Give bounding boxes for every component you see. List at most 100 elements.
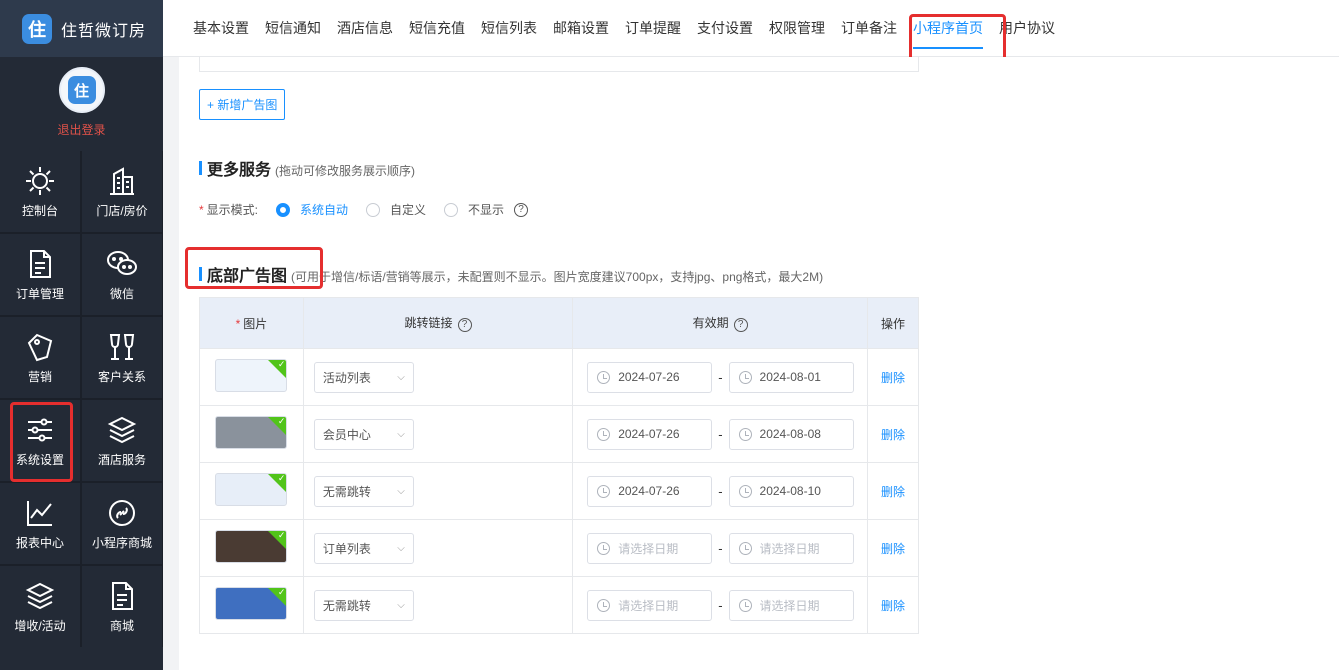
ad-thumbnail[interactable] [215, 587, 288, 620]
avatar-logo-icon: 住 [67, 76, 96, 104]
sidebar-item-hotel-service[interactable]: 酒店服务 [82, 400, 162, 481]
tab-sms-recharge[interactable]: 短信充值 [409, 0, 465, 57]
user-box: 住 退出登录 [0, 57, 163, 151]
sidebar-item-label: 商城 [109, 618, 134, 633]
sidebar-item-label: 小程序商城 [91, 535, 152, 550]
check-icon [268, 531, 287, 549]
sidebar-item-label: 控制台 [21, 203, 58, 218]
ad-thumbnail[interactable] [215, 473, 288, 506]
radio-dot [366, 202, 381, 217]
table-row: 无需跳转⌵ 2024-07-26-2024-08-10 删除 [199, 462, 919, 520]
start-date-input[interactable]: 2024-07-26 [587, 361, 713, 393]
link-select[interactable]: 活动列表 ⌵ [313, 361, 414, 393]
layers-icon [107, 416, 137, 443]
sidebar-item-revenue[interactable]: 增收/活动 [0, 566, 80, 647]
tab-sms-notice[interactable]: 短信通知 [265, 0, 321, 57]
sidebar-item-mini-mall[interactable]: 小程序商城 [82, 483, 162, 564]
table-row: 订单列表⌵ 请选择日期-请选择日期删除 [199, 519, 919, 577]
display-mode-label: 显示模式: [206, 203, 259, 217]
tab-sms-list[interactable]: 短信列表 [481, 0, 537, 57]
sidebar-item-orders[interactable]: 订单管理 [0, 234, 80, 315]
ad-image-cell [199, 576, 304, 634]
chevron-down-icon: ⌵ [397, 542, 405, 554]
start-date-input[interactable]: 请选择日期 [587, 532, 713, 564]
delete-link[interactable]: 删除 [881, 485, 905, 499]
validity-cell: 请选择日期 - 请选择日期 [572, 519, 869, 577]
help-icon[interactable]: ? [733, 317, 748, 332]
link-select[interactable]: 订单列表 ⌵ [313, 532, 414, 564]
tab-permissions[interactable]: 权限管理 [769, 0, 825, 57]
ad-thumbnail[interactable] [215, 530, 288, 563]
sidebar-item-mall[interactable]: 商城 [82, 566, 162, 647]
radio-dot [276, 202, 291, 217]
date-separator: - [718, 597, 723, 613]
start-date-input[interactable]: 2024-07-26 [587, 418, 713, 450]
validity-cell: 2024-07-26-2024-08-10 [572, 462, 869, 520]
sidebar-item-customers[interactable]: 客户关系 [82, 317, 162, 398]
link-select[interactable]: 无需跳转 ⌵ [313, 589, 414, 621]
help-icon[interactable]: ? [514, 202, 529, 217]
action-cell: 删除 [867, 519, 919, 577]
radio-hidden[interactable]: 不显示 [444, 201, 504, 218]
tab-hotel-info[interactable]: 酒店信息 [337, 0, 393, 57]
ad-image-cell [199, 405, 304, 463]
brand-logo-icon: 住 [22, 13, 52, 44]
sidebar-item-wechat[interactable]: 微信 [82, 234, 162, 315]
avatar[interactable]: 住 [58, 67, 105, 113]
action-cell: 删除 [867, 405, 919, 463]
ad-thumbnail[interactable] [215, 416, 288, 449]
table-row: 会员中心⌵ 2024-07-26-2024-08-08 删除 [199, 405, 919, 463]
document-icon [30, 249, 51, 278]
document-icon [112, 581, 133, 610]
link-cell: 无需跳转 ⌵ [302, 576, 574, 634]
start-date-input[interactable]: 请选择日期 [587, 589, 713, 621]
chevron-down-icon: ⌵ [397, 599, 405, 611]
tab-payment-settings[interactable]: 支付设置 [697, 0, 753, 57]
tab-order-reminder[interactable]: 订单提醒 [625, 0, 681, 57]
logout-link[interactable]: 退出登录 [57, 121, 105, 138]
radio-custom[interactable]: 自定义 [366, 201, 426, 218]
sidebar-item-dashboard[interactable]: 控制台 [0, 151, 80, 232]
sidebar-item-label: 门店/房价 [96, 203, 148, 218]
link-select[interactable]: 会员中心 ⌵ [313, 418, 414, 450]
radio-system-auto[interactable]: 系统自动 [276, 201, 348, 218]
end-date-input[interactable]: 2024-08-08 [728, 418, 854, 450]
delete-link[interactable]: 删除 [881, 599, 905, 613]
highlight-box [185, 247, 323, 289]
delete-link[interactable]: 删除 [881, 428, 905, 442]
sidebar-item-reports[interactable]: 报表中心 [0, 483, 80, 564]
more-services-desc: (拖动可修改服务展示顺序) [275, 164, 416, 178]
chevron-down-icon: ⌵ [397, 428, 405, 440]
sidebar: 住 住哲微订房 住 退出登录 控制台 门店/房价 订单管理 微信 营销 客户关系… [0, 0, 163, 670]
end-date-input[interactable]: 请选择日期 [728, 589, 854, 621]
end-date-input[interactable]: 请选择日期 [728, 532, 854, 564]
check-icon [268, 360, 287, 378]
clock-icon [738, 484, 752, 498]
display-mode-row: * 显示模式: 系统自动 自定义 不显示 ? [199, 201, 529, 218]
clock-icon [597, 541, 611, 555]
help-icon[interactable]: ? [457, 317, 472, 332]
add-ad-button[interactable]: + 新增广告图 [199, 89, 286, 120]
date-separator: - [718, 369, 723, 385]
delete-link[interactable]: 删除 [881, 542, 905, 556]
sidebar-item-system-settings[interactable]: 系统设置 [0, 400, 80, 482]
bottom-ads-desc: (可用于增信/标语/营销等展示，未配置则不显示。图片宽度建议700px，支持jp… [291, 270, 824, 284]
tag-icon [27, 333, 53, 361]
radio-label: 自定义 [390, 203, 427, 217]
end-date-input[interactable]: 2024-08-01 [728, 361, 854, 393]
tab-order-notes[interactable]: 订单备注 [841, 0, 897, 57]
sidebar-item-store[interactable]: 门店/房价 [82, 151, 162, 232]
column-header-action: 操作 [867, 297, 919, 349]
link-select[interactable]: 无需跳转 ⌵ [313, 475, 414, 507]
clock-icon [597, 484, 611, 498]
check-icon [268, 417, 287, 435]
tab-basic-settings[interactable]: 基本设置 [193, 0, 249, 57]
start-date-input[interactable]: 2024-07-26 [587, 475, 713, 507]
sidebar-item-marketing[interactable]: 营销 [0, 317, 80, 398]
tab-email-settings[interactable]: 邮箱设置 [553, 0, 609, 57]
ad-thumbnail[interactable] [215, 359, 288, 392]
sidebar-item-label: 营销 [27, 369, 52, 384]
delete-link[interactable]: 删除 [881, 371, 905, 385]
tab-user-agreement[interactable]: 用户协议 [999, 0, 1055, 57]
end-date-input[interactable]: 2024-08-10 [728, 475, 854, 507]
